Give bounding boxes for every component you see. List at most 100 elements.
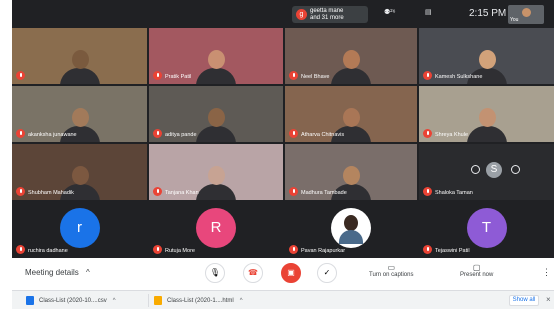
- microphone-icon: 🎙: [209, 268, 221, 277]
- participant-video: [331, 50, 371, 84]
- download-bar: Class-List (2020-10....csv ^ Class-List …: [12, 290, 554, 309]
- participant-tile[interactable]: Pavan Rajapurkar: [285, 202, 417, 258]
- muted-mic-icon: [423, 71, 432, 80]
- participant-tile[interactable]: T Tejaswini Patil: [419, 202, 554, 258]
- meet-top-bar: g geetta mane and 31 more ⚉²⁶ ▤ 2:15 PM …: [12, 0, 554, 26]
- present-label: Present now: [460, 272, 494, 278]
- download-filename: Class-List (2020-10....csv: [39, 297, 107, 304]
- muted-mic-icon: [153, 129, 162, 138]
- participant-avatar: R: [196, 208, 236, 248]
- participant-video: [59, 50, 100, 84]
- file-icon: [154, 296, 162, 305]
- participant-video: [196, 50, 236, 84]
- muted-mic-icon: [423, 187, 432, 196]
- more-options-icon[interactable]: ⋮: [542, 267, 551, 278]
- participant-name: Tanjana Khan: [165, 190, 199, 196]
- download-filename: Class-List (2020-1....html: [167, 297, 234, 304]
- present-icon: ▢: [472, 263, 481, 272]
- raise-hand-button[interactable]: ✓: [317, 263, 337, 283]
- participant-name: Pavan Rajapurkar: [301, 248, 346, 254]
- participant-tile[interactable]: Atharva Chitnavis: [285, 86, 417, 142]
- remove-icon[interactable]: [511, 165, 520, 174]
- close-icon[interactable]: ×: [546, 295, 551, 304]
- participant-name: Shreya Khule: [435, 132, 469, 138]
- muted-mic-icon: [423, 245, 432, 254]
- participant-name: aditya pande: [165, 132, 197, 138]
- chevron-up-icon: ^: [86, 268, 90, 277]
- muted-mic-icon: [16, 245, 25, 254]
- chevron-up-icon[interactable]: ^: [240, 298, 243, 304]
- participant-video: [466, 108, 507, 142]
- captions-label: Turn on captions: [369, 272, 414, 278]
- muted-mic-icon: [289, 245, 298, 254]
- download-item[interactable]: Class-List (2020-1....html ^: [154, 295, 243, 306]
- participant-tile[interactable]: Kamesh Sulkshane: [419, 28, 554, 84]
- muted-mic-icon: [289, 187, 298, 196]
- meeting-details-button[interactable]: Meeting details ^: [25, 268, 90, 277]
- meet-bottom-controls: Meeting details ^ 🎙 ☎ ▣ ✓ ▭ Turn on capt…: [12, 258, 554, 288]
- clock-time: 2:15 PM: [469, 8, 507, 19]
- people-icon[interactable]: ⚉²⁶: [384, 8, 396, 16]
- present-now-button[interactable]: ▢ Present now: [460, 263, 493, 278]
- meet-video-area: g geetta mane and 31 more ⚉²⁶ ▤ 2:15 PM …: [12, 0, 554, 258]
- participant-name: Kamesh Sulkshane: [435, 74, 483, 80]
- muted-mic-icon: [16, 187, 25, 196]
- hang-up-icon: ☎: [248, 268, 258, 277]
- file-icon: [26, 296, 34, 305]
- participants-badge[interactable]: g geetta mane and 31 more: [292, 6, 368, 23]
- participant-name: Rutuja More: [165, 248, 195, 254]
- participant-name: Madhura Tambade: [301, 190, 347, 196]
- participant-name: Shubham Mahadik: [28, 190, 74, 196]
- muted-mic-icon: [289, 71, 298, 80]
- participant-tile[interactable]: r ruchira dadhane: [12, 202, 147, 258]
- badge-letter: g: [296, 9, 307, 20]
- chevron-up-icon[interactable]: ^: [113, 298, 116, 304]
- muted-mic-icon: [153, 245, 162, 254]
- participants-badge-text: geetta mane and 31 more: [310, 8, 344, 21]
- participant-name: Shaloka Taman: [435, 190, 473, 196]
- participant-tile[interactable]: Shubham Mahadik: [12, 144, 147, 200]
- avatar-photo: [344, 215, 358, 231]
- participant-tile[interactable]: Neel Bhave: [285, 28, 417, 84]
- participant-name: Pratik Patil: [165, 74, 192, 80]
- muted-mic-icon: [423, 129, 432, 138]
- participant-tile[interactable]: Pratik Patil: [149, 28, 283, 84]
- participant-avatar: [331, 208, 371, 248]
- muted-mic-icon: [289, 129, 298, 138]
- captions-button[interactable]: ▭ Turn on captions: [369, 263, 413, 278]
- tile-hover-controls: S: [463, 162, 533, 178]
- microphone-button[interactable]: 🎙: [205, 263, 225, 283]
- participant-name: ruchira dadhane: [28, 248, 68, 254]
- participant-name: Tejaswini Patil: [435, 248, 470, 254]
- participant-avatar: T: [466, 208, 507, 248]
- show-all-button[interactable]: Show all: [509, 295, 539, 306]
- participant-avatar: r: [59, 208, 100, 248]
- participant-tile[interactable]: akanksha junawane: [12, 86, 147, 142]
- camera-off-icon: ▣: [287, 268, 295, 277]
- muted-mic-icon: [153, 187, 162, 196]
- chat-icon[interactable]: ▤: [425, 8, 432, 16]
- self-label: You: [510, 17, 519, 23]
- download-item[interactable]: Class-List (2020-10....csv ^: [26, 295, 116, 306]
- participant-tile[interactable]: R Rutuja More: [149, 202, 283, 258]
- download-divider: [148, 294, 149, 307]
- participant-name: Atharva Chitnavis: [301, 132, 345, 138]
- participant-tile[interactable]: aditya pande: [149, 86, 283, 142]
- participant-tile[interactable]: [12, 28, 147, 84]
- muted-mic-icon: [153, 71, 162, 80]
- participant-tile[interactable]: Madhura Tambade: [285, 144, 417, 200]
- camera-button[interactable]: ▣: [281, 263, 301, 283]
- participant-name: Neel Bhave: [301, 74, 330, 80]
- pin-icon[interactable]: [471, 165, 480, 174]
- leave-call-button[interactable]: ☎: [243, 263, 263, 283]
- muted-mic-icon: [16, 71, 25, 80]
- self-view-thumbnail[interactable]: You: [508, 5, 544, 24]
- participant-tile[interactable]: Tanjana Khan: [149, 144, 283, 200]
- self-tile-avatar: S: [486, 162, 502, 178]
- avatar-photo-body: [339, 230, 363, 244]
- participant-tile[interactable]: Shreya Khule: [419, 86, 554, 142]
- participant-video: [196, 166, 236, 200]
- check-icon: ✓: [323, 268, 331, 277]
- self-avatar: [522, 8, 531, 17]
- muted-mic-icon: [16, 129, 25, 138]
